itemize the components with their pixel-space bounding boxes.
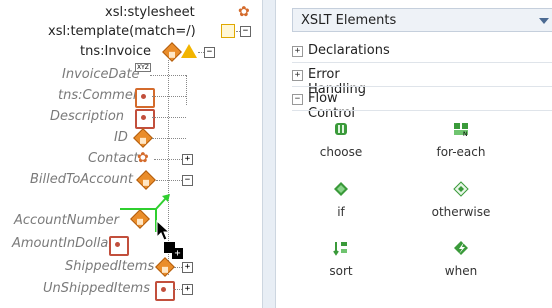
billed-collapse-toggle[interactable]: − — [182, 175, 193, 186]
element-icon — [133, 128, 153, 148]
tree-node-invoice-date[interactable]: InvoiceDate — [62, 67, 140, 82]
palette-category-dropdown[interactable]: XSLT Elements — [292, 8, 552, 32]
splitter[interactable] — [262, 0, 276, 308]
sort-icon — [333, 240, 349, 256]
palette-item-otherwise[interactable]: otherwise — [416, 181, 506, 219]
tree-node-unshipped-items[interactable]: UnShippedItems — [43, 281, 150, 296]
palette-item-when[interactable]: when — [416, 240, 506, 278]
tree-node-invoice[interactable]: tns:Invoice — [80, 44, 151, 59]
expand-icon: + — [292, 70, 303, 81]
chevron-down-icon — [539, 18, 549, 24]
xyz-badge-icon: XYZ — [135, 63, 151, 72]
tree-node-account-number[interactable]: AccountNumber — [14, 213, 119, 228]
otherwise-icon — [453, 181, 469, 197]
attribute-icon — [135, 88, 155, 108]
element-icon — [162, 42, 182, 62]
svg-text:N: N — [463, 131, 468, 137]
palette-item-sort[interactable]: sort — [296, 240, 386, 278]
when-icon — [453, 240, 469, 256]
mouse-cursor-icon — [156, 220, 171, 241]
invoice-collapse-toggle[interactable]: − — [204, 47, 215, 58]
tree-node-stylesheet[interactable]: xsl:stylesheet — [105, 5, 195, 20]
xslt-tree-panel: xsl:stylesheet ✿ xsl:template(match=/) −… — [0, 0, 262, 308]
stylesheet-icon: ✿ — [238, 4, 250, 20]
for-each-icon: N — [453, 121, 469, 138]
warning-icon — [181, 44, 197, 58]
attribute-icon — [135, 109, 155, 129]
palette-title: XSLT Elements — [301, 13, 397, 28]
template-icon — [221, 24, 235, 38]
tree-node-amount-in-dollars[interactable]: AmountInDollars — [12, 236, 120, 251]
unshipped-expand-toggle[interactable]: + — [182, 284, 193, 295]
tree-node-contact[interactable]: Contact — [88, 151, 139, 166]
choose-icon — [333, 121, 349, 137]
palette-item-choose[interactable]: choose — [296, 121, 386, 159]
shipped-expand-toggle[interactable]: + — [182, 262, 193, 273]
drag-add-icon: + — [172, 248, 183, 259]
expand-icon: + — [292, 46, 303, 57]
tree-node-comment[interactable]: tns:Comment — [58, 88, 146, 103]
attribute-icon — [155, 281, 175, 301]
tree-node-template[interactable]: xsl:template(match=/) — [48, 24, 196, 39]
palette-item-if[interactable]: if — [296, 181, 386, 219]
contact-expand-toggle[interactable]: + — [182, 154, 193, 165]
tree-node-description[interactable]: Description — [50, 109, 124, 124]
tree-node-billed-to-account[interactable]: BilledToAccount — [30, 172, 133, 187]
component-palette: XSLT Elements + Declarations + Error Han… — [276, 0, 552, 308]
tree-node-id[interactable]: ID — [114, 130, 128, 145]
if-icon — [333, 181, 349, 197]
element-icon — [136, 170, 156, 190]
template-collapse-toggle[interactable]: − — [240, 26, 251, 37]
palette-item-for-each[interactable]: N for-each — [416, 121, 506, 159]
element-icon: ✿ — [137, 150, 149, 166]
collapse-icon: − — [292, 94, 303, 105]
